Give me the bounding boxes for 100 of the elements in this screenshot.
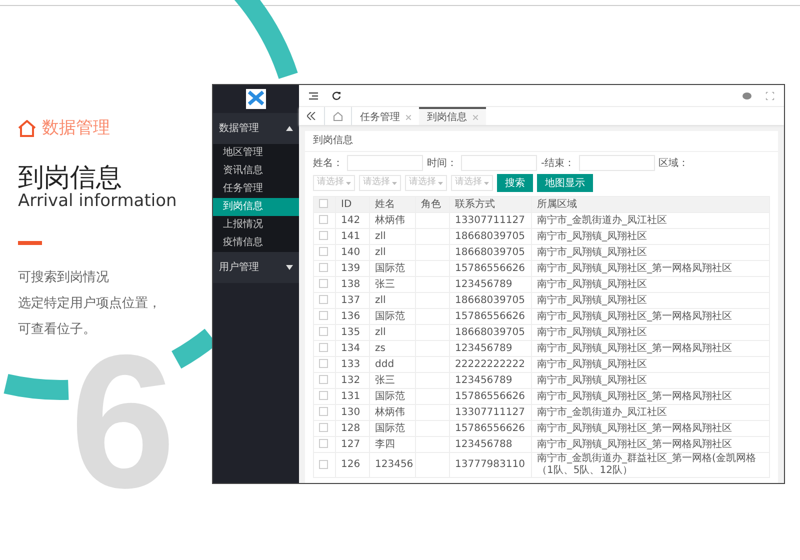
- checkbox[interactable]: [319, 231, 328, 240]
- action-button[interactable]: 搜索: [497, 174, 533, 192]
- input-field[interactable]: [578, 155, 655, 171]
- page-title: 到岗信息: [18, 164, 123, 192]
- group-label: 用户管理: [219, 260, 259, 275]
- checkbox[interactable]: [319, 359, 328, 368]
- checkbox[interactable]: [319, 215, 328, 224]
- table-cell: 123456789: [455, 342, 512, 354]
- input-field[interactable]: [461, 155, 537, 171]
- table-cell-text: 南宁市_凤翔镇_凤翔社区: [537, 294, 648, 306]
- table-cell: 137: [341, 294, 360, 306]
- table-cell: 国际范: [375, 262, 405, 274]
- table-cell: zll: [375, 326, 386, 338]
- logo-icon: [246, 89, 266, 109]
- table-cell: 李四: [375, 438, 395, 450]
- checkbox[interactable]: [319, 375, 328, 384]
- table-cell: 18668039705: [455, 230, 525, 242]
- table-cell: 135: [341, 326, 360, 338]
- table-cell: 132: [341, 374, 360, 386]
- checkbox[interactable]: [319, 295, 328, 304]
- caret-icon: [286, 265, 293, 270]
- sidebar-item[interactable]: 疫情信息: [213, 234, 299, 252]
- table-cell: 136: [341, 310, 360, 322]
- close-icon[interactable]: [406, 114, 411, 120]
- table-cell-text: 南宁市_金凯街道办_凤江社区: [537, 214, 668, 226]
- select-placeholder: 请选择: [317, 176, 344, 190]
- table-cell: zll: [375, 246, 386, 258]
- refresh-icon[interactable]: [332, 91, 341, 100]
- table-cell-text: 南宁市_金凯街道办_群益社区_第一网格(金凯网格（1队、5队、12队）: [537, 453, 757, 477]
- checkbox[interactable]: [319, 439, 328, 448]
- field-label: 时间：: [427, 156, 457, 170]
- checkbox[interactable]: [319, 423, 328, 432]
- checkbox[interactable]: [319, 311, 328, 320]
- table-cell: 15786556626: [455, 422, 525, 434]
- column-header: ID: [336, 196, 370, 212]
- sidebar-item[interactable]: 地区管理: [213, 144, 299, 162]
- menu-icon[interactable]: [309, 92, 318, 100]
- table-cell: 131: [341, 390, 360, 402]
- field-label: 区域：: [658, 156, 689, 170]
- table-cell: 13307711127: [455, 406, 525, 418]
- section-label: 数据管理: [42, 117, 110, 140]
- home-icon: [18, 120, 36, 138]
- tab-label: 到岗信息: [427, 110, 467, 124]
- table-cell: 138: [341, 278, 360, 290]
- column-header: 联系方式: [450, 196, 532, 212]
- column-header: 角色: [416, 196, 450, 212]
- table-cell: 128: [341, 422, 360, 434]
- table-cell: 15786556626: [455, 262, 525, 274]
- tab[interactable]: 到岗信息: [419, 107, 486, 125]
- checkbox[interactable]: [319, 247, 328, 256]
- fullscreen-icon[interactable]: [766, 92, 774, 100]
- checkbox[interactable]: [319, 391, 328, 400]
- table-cell: 134: [341, 342, 360, 354]
- table-cell-text: 南宁市_凤翔镇_凤翔社区: [537, 326, 648, 338]
- sidebar-group[interactable]: 用户管理: [213, 252, 299, 283]
- checkbox[interactable]: [319, 327, 328, 336]
- description-line: 可查看位子。: [18, 320, 97, 339]
- table-cell: 141: [341, 230, 360, 242]
- checkbox[interactable]: [319, 407, 328, 416]
- input-field[interactable]: [347, 155, 423, 171]
- checkbox[interactable]: [319, 460, 328, 469]
- sidebar-item[interactable]: 任务管理: [213, 180, 299, 198]
- table-cell: 13307711127: [455, 214, 525, 226]
- table-cell: 张三: [375, 278, 395, 290]
- sidebar-item[interactable]: 到岗信息: [213, 198, 299, 216]
- table-cell-text: 南宁市_凤翔镇_凤翔社区: [537, 246, 648, 258]
- table-cell: 18668039705: [455, 326, 525, 338]
- group-label: 数据管理: [219, 122, 259, 136]
- tab-label: 任务管理: [360, 110, 400, 124]
- checkbox[interactable]: [319, 263, 328, 272]
- checkbox[interactable]: [319, 199, 328, 208]
- table-cell: 139: [341, 262, 360, 274]
- collapse-icon[interactable]: [307, 112, 316, 120]
- description-line: 可搜索到岗情况: [18, 268, 110, 287]
- table-cell-text: 南宁市_凤翔镇_凤翔社区: [537, 278, 648, 290]
- sidebar-item[interactable]: 资讯信息: [213, 162, 299, 180]
- sidebar-group[interactable]: 数据管理: [213, 113, 299, 144]
- arc-segment: [4, 374, 68, 400]
- home-icon[interactable]: [333, 112, 343, 120]
- caret-icon: [484, 182, 489, 184]
- close-icon[interactable]: [473, 114, 478, 120]
- table-cell: 142: [341, 214, 360, 226]
- tab[interactable]: 任务管理: [352, 107, 419, 125]
- field-label: 姓名：: [313, 156, 343, 170]
- caret-icon: [392, 182, 397, 184]
- panel-title: 到岗信息: [305, 131, 778, 152]
- table-cell: 张三: [375, 374, 395, 386]
- table-cell-text: 南宁市_凤翔镇_凤翔社区_第一网格凤翔社区: [537, 262, 733, 274]
- checkbox[interactable]: [319, 343, 328, 352]
- sidebar-item[interactable]: 上报情况: [213, 216, 299, 234]
- table-cell: 127: [341, 438, 360, 450]
- field-label: -结束：: [541, 156, 575, 170]
- table-cell: 126: [341, 459, 360, 470]
- table-cell-text: 南宁市_凤翔镇_凤翔社区_第一网格凤翔社区: [537, 390, 733, 402]
- checkbox[interactable]: [319, 279, 328, 288]
- table-cell-text: 南宁市_凤翔镇_凤翔社区_第一网格凤翔社区: [537, 310, 733, 322]
- table-cell-text: 南宁市_凤翔镇_凤翔社区_第一网格凤翔社区: [537, 422, 733, 434]
- table-cell: 22222222222: [455, 358, 525, 370]
- table-cell: 123456789: [455, 374, 512, 386]
- action-button[interactable]: 地图显示: [537, 174, 593, 192]
